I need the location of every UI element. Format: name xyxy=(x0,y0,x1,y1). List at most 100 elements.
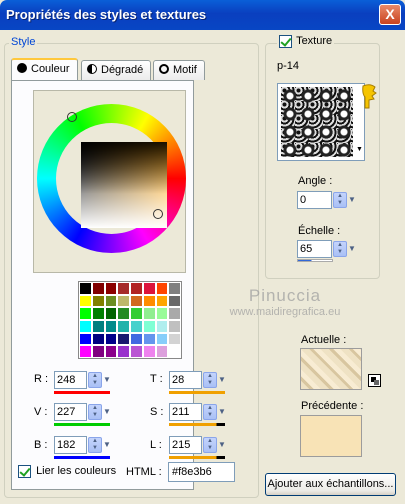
palette-swatch[interactable] xyxy=(168,307,181,320)
palette-swatch[interactable] xyxy=(117,332,130,346)
palette-swatch[interactable] xyxy=(168,294,181,308)
dropdown-arrow-icon[interactable]: ▼ xyxy=(356,146,363,153)
r-spinner[interactable]: ▲▼ ▼ xyxy=(54,371,112,389)
link-colors-checkbox[interactable]: Lier les couleurs xyxy=(18,465,116,478)
palette-swatch[interactable] xyxy=(155,307,169,320)
palette-swatch[interactable] xyxy=(130,332,143,346)
tab-motif[interactable]: Motif xyxy=(153,60,205,80)
tab-degrade[interactable]: Dégradé xyxy=(81,60,151,80)
color-picker-area[interactable] xyxy=(33,90,186,273)
palette-swatch[interactable] xyxy=(142,332,156,346)
tab-couleur[interactable]: Couleur xyxy=(11,58,78,80)
checkmark-icon[interactable] xyxy=(18,465,31,478)
palette-swatch[interactable] xyxy=(130,345,143,358)
palette-swatch[interactable] xyxy=(130,320,143,333)
scale-spinner[interactable]: ▲▼ ▼ xyxy=(297,240,357,258)
b-spin-arrows[interactable]: ▲ ▼ xyxy=(88,437,102,453)
g-dropdown-icon[interactable]: ▼ xyxy=(103,404,113,420)
palette-swatch[interactable] xyxy=(104,320,118,333)
s-spin-arrows[interactable]: ▲ ▼ xyxy=(203,404,217,420)
palette-swatch[interactable] xyxy=(91,307,105,320)
palette-swatch[interactable] xyxy=(79,307,92,320)
html-input[interactable] xyxy=(168,462,235,482)
l-dropdown-icon[interactable]: ▼ xyxy=(218,437,228,453)
s-input[interactable] xyxy=(169,403,202,421)
g-input[interactable] xyxy=(54,403,87,421)
palette-swatch[interactable] xyxy=(117,345,130,358)
l-spinner[interactable]: ▲▼ ▼ xyxy=(169,436,227,454)
angle-spin-arrows[interactable]: ▲ ▼ xyxy=(333,192,347,208)
palette-swatch[interactable] xyxy=(155,320,169,333)
palette-swatch[interactable] xyxy=(91,332,105,346)
palette-swatch[interactable] xyxy=(79,294,92,308)
palette-swatch[interactable] xyxy=(104,345,118,358)
tab-motif-label: Motif xyxy=(173,64,197,76)
r-bar xyxy=(54,391,110,394)
scale-dropdown-icon[interactable]: ▼ xyxy=(348,241,358,257)
palette-swatch[interactable] xyxy=(168,332,181,346)
palette-swatch[interactable] xyxy=(104,332,118,346)
b-dropdown-icon[interactable]: ▼ xyxy=(103,437,113,453)
texture-checkmark-icon[interactable] xyxy=(279,35,292,48)
texture-selector[interactable]: ▼ xyxy=(277,83,365,161)
scale-input[interactable] xyxy=(297,240,332,258)
palette-swatch[interactable] xyxy=(168,282,181,295)
palette-swatch[interactable] xyxy=(117,320,130,333)
l-input[interactable] xyxy=(169,436,202,454)
t-spin-arrows[interactable]: ▲ ▼ xyxy=(203,372,217,388)
palette-swatch[interactable] xyxy=(130,307,143,320)
palette-swatch[interactable] xyxy=(79,320,92,333)
palette-swatch[interactable] xyxy=(117,282,130,295)
palette-swatch[interactable] xyxy=(91,320,105,333)
palette-swatch[interactable] xyxy=(91,282,105,295)
palette-swatch[interactable] xyxy=(91,345,105,358)
r-dropdown-icon[interactable]: ▼ xyxy=(103,372,113,388)
g-spin-arrows[interactable]: ▲ ▼ xyxy=(88,404,102,420)
palette-swatch[interactable] xyxy=(79,345,92,358)
palette-swatch[interactable] xyxy=(155,345,169,358)
t-dropdown-icon[interactable]: ▼ xyxy=(218,372,228,388)
palette-swatch[interactable] xyxy=(104,282,118,295)
palette-swatch[interactable] xyxy=(142,294,156,308)
palette-swatch[interactable] xyxy=(142,345,156,358)
palette-swatch[interactable] xyxy=(130,294,143,308)
palette-swatch[interactable] xyxy=(79,282,92,295)
swap-icon[interactable] xyxy=(368,374,381,387)
angle-dropdown-icon[interactable]: ▼ xyxy=(348,192,358,208)
r-spin-arrows[interactable]: ▲ ▼ xyxy=(88,372,102,388)
b-input[interactable] xyxy=(54,436,87,454)
palette-swatch[interactable] xyxy=(104,294,118,308)
palette-swatch[interactable] xyxy=(117,307,130,320)
b-spinner[interactable]: ▲▼ ▼ xyxy=(54,436,112,454)
palette-swatch[interactable] xyxy=(155,282,169,295)
palette-swatch[interactable] xyxy=(155,332,169,346)
g-spinner[interactable]: ▲▼ ▼ xyxy=(54,403,112,421)
angle-input[interactable] xyxy=(297,191,332,209)
palette-swatch[interactable] xyxy=(130,282,143,295)
palette-swatch[interactable] xyxy=(142,307,156,320)
color-palette[interactable] xyxy=(78,281,182,359)
s-spinner[interactable]: ▲▼ ▼ xyxy=(169,403,227,421)
palette-swatch[interactable] xyxy=(142,282,156,295)
close-button[interactable]: X xyxy=(379,4,401,25)
s-dropdown-icon[interactable]: ▼ xyxy=(218,404,228,420)
palette-swatch[interactable] xyxy=(79,332,92,346)
angle-spinner[interactable]: ▲▼ ▼ xyxy=(297,191,357,209)
palette-swatch[interactable] xyxy=(104,307,118,320)
palette-swatch[interactable] xyxy=(168,320,181,333)
color-marker[interactable] xyxy=(153,209,163,219)
palette-swatch[interactable] xyxy=(91,294,105,308)
hue-marker[interactable] xyxy=(67,112,77,122)
t-input[interactable] xyxy=(169,371,202,389)
palette-swatch[interactable] xyxy=(142,320,156,333)
l-spin-arrows[interactable]: ▲ ▼ xyxy=(203,437,217,453)
palette-swatch[interactable] xyxy=(155,294,169,308)
add-to-swatches-button[interactable]: Ajouter aux échantillons... xyxy=(265,473,396,496)
palette-swatch[interactable] xyxy=(117,294,130,308)
precedente-swatch[interactable] xyxy=(300,415,362,457)
r-input[interactable] xyxy=(54,371,87,389)
scale-spin-arrows[interactable]: ▲ ▼ xyxy=(333,241,347,257)
palette-swatch[interactable] xyxy=(168,345,181,358)
t-spinner[interactable]: ▲▼ ▼ xyxy=(169,371,227,389)
texture-checkbox[interactable]: Texture xyxy=(277,35,335,48)
